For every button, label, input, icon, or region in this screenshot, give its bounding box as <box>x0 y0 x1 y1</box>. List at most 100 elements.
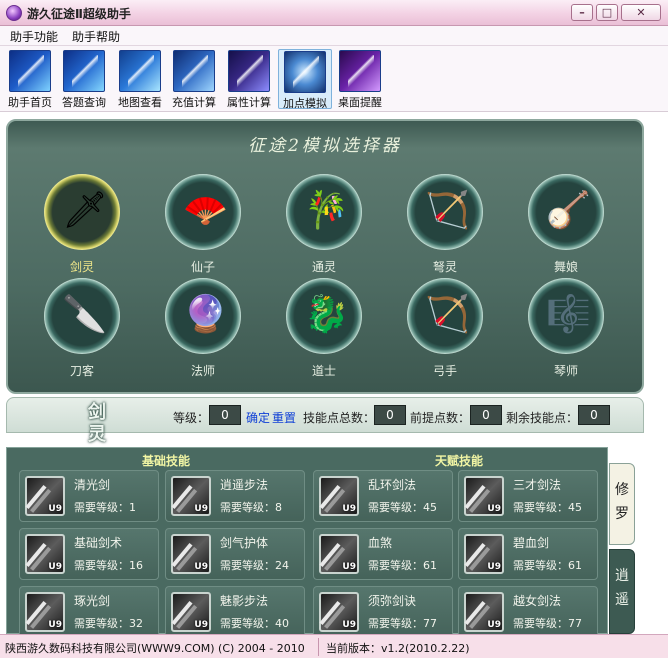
skill-requirement: 需要等级：45 <box>513 501 582 514</box>
skill-card[interactable]: U9 碧血剑 需要等级：61 <box>458 528 598 580</box>
class-name: 弓手 <box>432 364 457 378</box>
reset-link[interactable]: 重置 <box>272 409 296 426</box>
skill-card[interactable]: U9 血煞 需要等级：61 <box>313 528 453 580</box>
skill-name: 剑气护体 <box>220 536 269 550</box>
lightning-quiz-icon <box>63 50 105 92</box>
class-daoke[interactable]: 🔪 刀客 <box>43 278 121 379</box>
tool-stats[interactable]: 属性计算 <box>222 49 276 109</box>
remaining-points-value: 0 <box>578 405 610 425</box>
skill-name: 碧血剑 <box>513 536 550 550</box>
skills-panel: 基础技能 天赋技能 U9 清光剑 需要等级：1 U9 逍遥步法 需要等级：8 U… <box>6 447 608 638</box>
current-class-label: 剑 灵 <box>85 402 109 446</box>
tab-xiuluo[interactable]: 修 罗 <box>609 463 635 545</box>
talent-skills-header: 天赋技能 <box>435 454 484 468</box>
level-input[interactable]: 0 <box>209 405 241 425</box>
pipa-icon: 🪕 <box>546 190 591 231</box>
class-ring: 🗡 <box>44 174 120 250</box>
tool-label: 加点模拟 <box>283 97 327 110</box>
skill-card[interactable]: U9 清光剑 需要等级：1 <box>19 470 159 522</box>
orb-staff-icon: 🔮 <box>183 294 228 335</box>
skill-sword-icon: U9 <box>25 476 65 516</box>
purple-flame-reminder-icon <box>339 50 381 92</box>
lightning-recharge-icon <box>173 50 215 92</box>
skill-level-badge: U9 <box>48 504 62 514</box>
class-char: 灵 <box>88 424 106 445</box>
minimize-button[interactable]: – <box>571 4 593 21</box>
skill-card[interactable]: U9 乱环剑法 需要等级：45 <box>313 470 453 522</box>
tool-home[interactable]: 助手首页 <box>3 49 57 109</box>
tool-quiz[interactable]: 答题查询 <box>57 49 111 109</box>
class-tongling[interactable]: 🎋 通灵 <box>285 174 363 275</box>
total-points-label: 技能点总数： <box>303 411 376 425</box>
menu-assistant-help[interactable]: 助手帮助 <box>72 28 120 45</box>
class-ring: 🔮 <box>165 278 241 354</box>
tool-label: 助手首页 <box>8 96 52 109</box>
class-name: 仙子 <box>190 260 215 274</box>
tab-char: 遥 <box>615 592 629 608</box>
tab-xiaoyao[interactable]: 逍 遥 <box>609 549 635 634</box>
tab-char: 罗 <box>615 506 629 522</box>
skill-sword-icon: U9 <box>319 476 359 516</box>
skill-fist-icon: U9 <box>171 534 211 574</box>
skill-shadow-icon: U9 <box>319 534 359 574</box>
skill-requirement: 需要等级：8 <box>220 501 282 514</box>
early-points-value: 0 <box>470 405 502 425</box>
class-nuling[interactable]: 🏹 弩灵 <box>406 174 484 275</box>
skill-card[interactable]: U9 须弥剑诀 需要等级：77 <box>313 586 453 638</box>
skill-card[interactable]: U9 越女剑法 需要等级：77 <box>458 586 598 638</box>
selector-title: 征途2模拟选择器 <box>248 136 402 156</box>
total-points-value: 0 <box>374 405 406 425</box>
skill-name: 越女剑法 <box>513 594 562 608</box>
skill-card[interactable]: U9 逍遥步法 需要等级：8 <box>165 470 305 522</box>
tool-map[interactable]: 地图查看 <box>113 49 167 109</box>
blade-icon: 🔪 <box>62 294 107 335</box>
level-label: 等级： <box>173 411 210 425</box>
skill-level-badge: U9 <box>487 562 501 572</box>
class-xianzi[interactable]: 🪭 仙子 <box>164 174 242 275</box>
class-daoshi[interactable]: 🐉 道士 <box>285 278 363 379</box>
skill-card[interactable]: U9 魅影步法 需要等级：40 <box>165 586 305 638</box>
class-jianling[interactable]: 🗡 剑灵 <box>43 174 121 275</box>
tool-skill-sim[interactable]: 加点模拟 <box>278 49 332 110</box>
copyright-text: 陕西游久数码科技有限公司(WWW9.COM) (C) 2004 - 2010 <box>5 642 305 655</box>
maximize-button[interactable]: □ <box>596 4 618 21</box>
skill-requirement: 需要等级：24 <box>220 559 289 572</box>
skill-card[interactable]: U9 琢光剑 需要等级：32 <box>19 586 159 638</box>
tool-recharge[interactable]: 充值计算 <box>167 49 221 109</box>
skill-name: 三才剑法 <box>513 478 562 492</box>
title-bar: 游久征途Ⅱ超级助手 – □ ✕ <box>0 0 668 26</box>
skill-name: 琢光剑 <box>74 594 111 608</box>
confirm-link[interactable]: 确定 <box>246 409 270 426</box>
class-gongshou[interactable]: 🏹 弓手 <box>406 278 484 379</box>
skill-card[interactable]: U9 基础剑术 需要等级：16 <box>19 528 159 580</box>
crystal-stats-icon <box>228 50 270 92</box>
class-name: 剑灵 <box>69 260 94 274</box>
class-name: 通灵 <box>311 260 336 274</box>
tab-char: 逍 <box>615 568 629 584</box>
skill-sword-icon: U9 <box>25 534 65 574</box>
close-button[interactable]: ✕ <box>621 4 661 21</box>
class-name: 舞娘 <box>553 260 578 274</box>
skill-card[interactable]: U9 剑气护体 需要等级：24 <box>165 528 305 580</box>
tool-desktop-reminder[interactable]: 桌面提醒 <box>333 49 387 109</box>
basic-skills-header: 基础技能 <box>142 454 191 468</box>
version-text: 当前版本：v1.2(2010.2.22) <box>326 642 470 655</box>
skill-sword-icon: U9 <box>319 592 359 632</box>
skill-level-badge: U9 <box>342 562 356 572</box>
class-wuniang[interactable]: 🪕 舞娘 <box>527 174 605 275</box>
skill-triple-sword-icon: U9 <box>464 476 504 516</box>
skill-level-badge: U9 <box>342 620 356 630</box>
class-qinshi[interactable]: 🎼 琴师 <box>527 278 605 379</box>
app-logo-icon <box>6 5 22 21</box>
skill-name: 逍遥步法 <box>220 478 269 492</box>
menu-assistant-functions[interactable]: 助手功能 <box>10 28 58 45</box>
class-name: 弩灵 <box>432 260 457 274</box>
guqin-icon: 🎼 <box>546 294 591 335</box>
class-fashi[interactable]: 🔮 法师 <box>164 278 242 379</box>
skill-card[interactable]: U9 三才剑法 需要等级：45 <box>458 470 598 522</box>
skill-level-badge: U9 <box>487 620 501 630</box>
skill-level-badge: U9 <box>48 562 62 572</box>
skill-level-badge: U9 <box>194 562 208 572</box>
skill-name: 基础剑术 <box>74 536 123 550</box>
menu-bar: 助手功能 助手帮助 <box>0 26 668 46</box>
